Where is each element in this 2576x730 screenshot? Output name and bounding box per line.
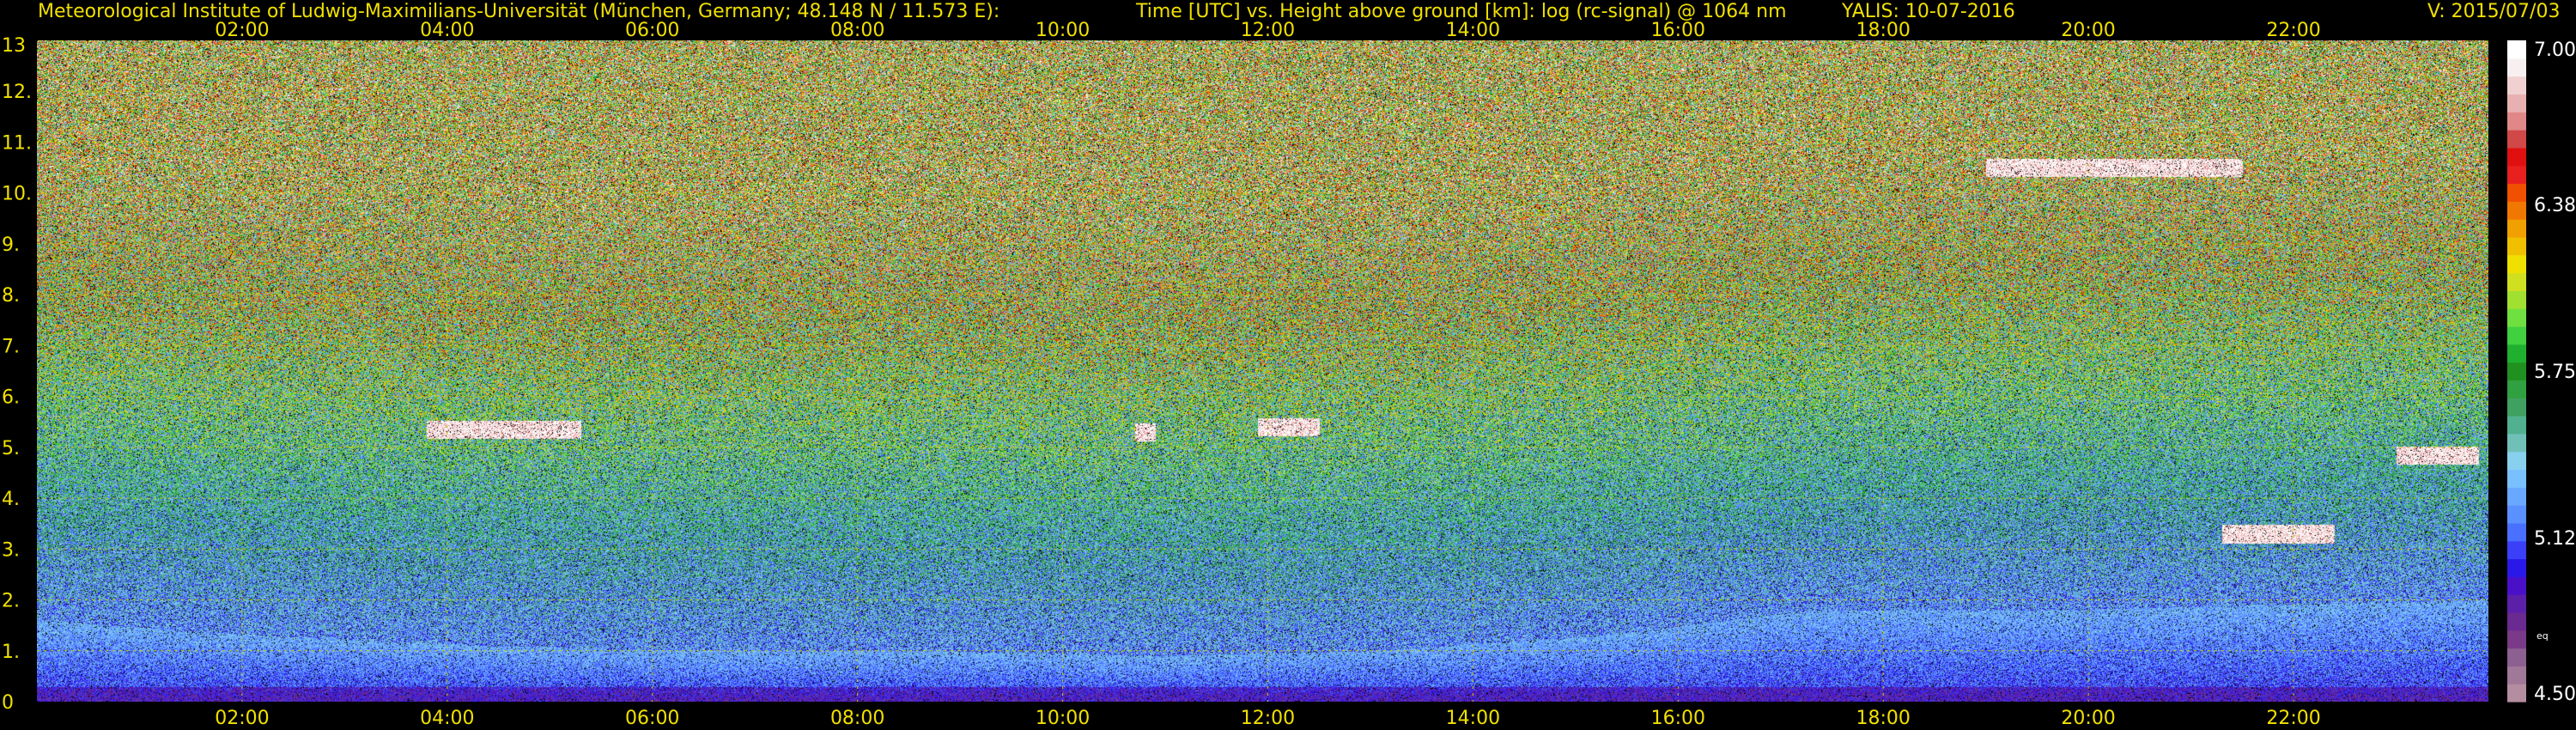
colorbar-segment xyxy=(2507,94,2526,113)
colorbar-segment xyxy=(2507,451,2526,471)
x-tick-label-bottom: 08:00 xyxy=(830,708,884,729)
y-tick-label: 10. xyxy=(2,184,32,205)
colorbar-segment xyxy=(2507,201,2526,220)
y-tick-label: 13 xyxy=(2,35,26,57)
x-tick-label-bottom: 20:00 xyxy=(2061,708,2115,729)
x-tick-label-bottom: 06:00 xyxy=(625,708,679,729)
colorbar-extra-label: eq xyxy=(2537,630,2549,642)
colorbar-tick-label: 5.12 xyxy=(2534,528,2576,550)
y-tick-label: 6. xyxy=(2,387,20,409)
colorbar-segment xyxy=(2507,487,2526,506)
y-tick-label: 0 xyxy=(2,692,14,714)
colorbar-segment xyxy=(2507,325,2526,345)
x-tick-label-bottom: 18:00 xyxy=(1856,708,1911,729)
colorbar-segment xyxy=(2507,648,2526,666)
colorbar-segment xyxy=(2507,308,2526,327)
y-tick-label: 9. xyxy=(2,234,20,256)
y-tick-label: 7. xyxy=(2,336,20,357)
x-tick-label-top: 16:00 xyxy=(1651,20,1705,41)
colorbar-tick-label: 5.75 xyxy=(2534,362,2576,383)
x-tick-label-bottom: 14:00 xyxy=(1446,708,1500,729)
colorbar-segment xyxy=(2507,630,2526,649)
colorbar-segment xyxy=(2507,219,2526,238)
colorbar-tick-label: 6.38 xyxy=(2534,195,2576,216)
y-tick-label: 5. xyxy=(2,438,20,459)
chart-overlay: 02:00 02:00 04:00 04:00 06:00 06:00 08:00 08:00… xyxy=(2,20,2576,729)
x-tick-label-bottom: 16:00 xyxy=(1651,708,1705,729)
colorbar-segment xyxy=(2507,540,2526,560)
colorbar-segment xyxy=(2507,576,2526,595)
colorbar-segment xyxy=(2507,40,2526,59)
colorbar-segment xyxy=(2507,505,2526,524)
colorbar-segment xyxy=(2507,362,2526,381)
colorbar-segment xyxy=(2507,236,2526,256)
x-tick-label-top: 04:00 xyxy=(420,20,474,41)
y-tick-label: 3. xyxy=(2,539,20,561)
y-tick-label: 2. xyxy=(2,591,20,612)
colorbar-segment xyxy=(2507,112,2526,131)
colorbar-segment xyxy=(2507,290,2526,309)
x-tick-label-bottom: 10:00 xyxy=(1036,708,1090,729)
colorbar-segment xyxy=(2507,666,2526,684)
y-tick-label: 4. xyxy=(2,489,20,510)
colorbar-segment xyxy=(2507,416,2526,435)
colorbar-segment xyxy=(2507,398,2526,417)
colorbar-segment xyxy=(2507,594,2526,613)
colorbar-segment xyxy=(2507,76,2526,95)
colorbar-tick-label: 4.50 xyxy=(2534,684,2576,705)
y-tick-label: 8. xyxy=(2,285,20,307)
colorbar-segment xyxy=(2507,165,2526,185)
x-tick-label-top: 22:00 xyxy=(2266,20,2320,41)
colorbar-segment xyxy=(2507,183,2526,202)
y-tick-label: 11. xyxy=(2,132,32,154)
y-tick-label: 12. xyxy=(2,82,32,103)
x-tick-label-bottom: 04:00 xyxy=(420,708,474,729)
colorbar-segment xyxy=(2507,433,2526,453)
colorbar-segment xyxy=(2507,611,2526,631)
x-tick-label-top: 12:00 xyxy=(1241,20,1295,41)
y-tick-label: 1. xyxy=(2,642,20,663)
x-tick-label-top: 02:00 xyxy=(215,20,269,41)
colorbar-segment xyxy=(2507,147,2526,167)
colorbar-segment xyxy=(2507,344,2526,363)
x-tick-label-bottom: 02:00 xyxy=(215,708,269,729)
colorbar-segment xyxy=(2507,469,2526,488)
x-tick-label-top: 08:00 xyxy=(830,20,884,41)
x-tick-label-top: 06:00 xyxy=(625,20,679,41)
colorbar-tick-label: 7.00 xyxy=(2534,40,2576,61)
colorbar-segment xyxy=(2507,58,2526,77)
colorbar-segment xyxy=(2507,254,2526,274)
x-tick-label-bottom: 22:00 xyxy=(2266,708,2320,729)
x-tick-label-top: 10:00 xyxy=(1036,20,1090,41)
colorbar-segment xyxy=(2507,522,2526,542)
x-tick-label-top: 14:00 xyxy=(1446,20,1500,41)
colorbar-segment xyxy=(2507,558,2526,577)
x-tick-label-top: 20:00 xyxy=(2061,20,2115,41)
colorbar-segment xyxy=(2507,130,2526,149)
x-tick-label-top: 18:00 xyxy=(1856,20,1911,41)
lidar-plot: Meteorological Institute of Ludwig-Maxim… xyxy=(0,0,2576,730)
colorbar-segment xyxy=(2507,684,2526,703)
colorbar-segment xyxy=(2507,380,2526,398)
x-tick-label-bottom: 12:00 xyxy=(1241,708,1295,729)
colorbar-segment xyxy=(2507,272,2526,291)
